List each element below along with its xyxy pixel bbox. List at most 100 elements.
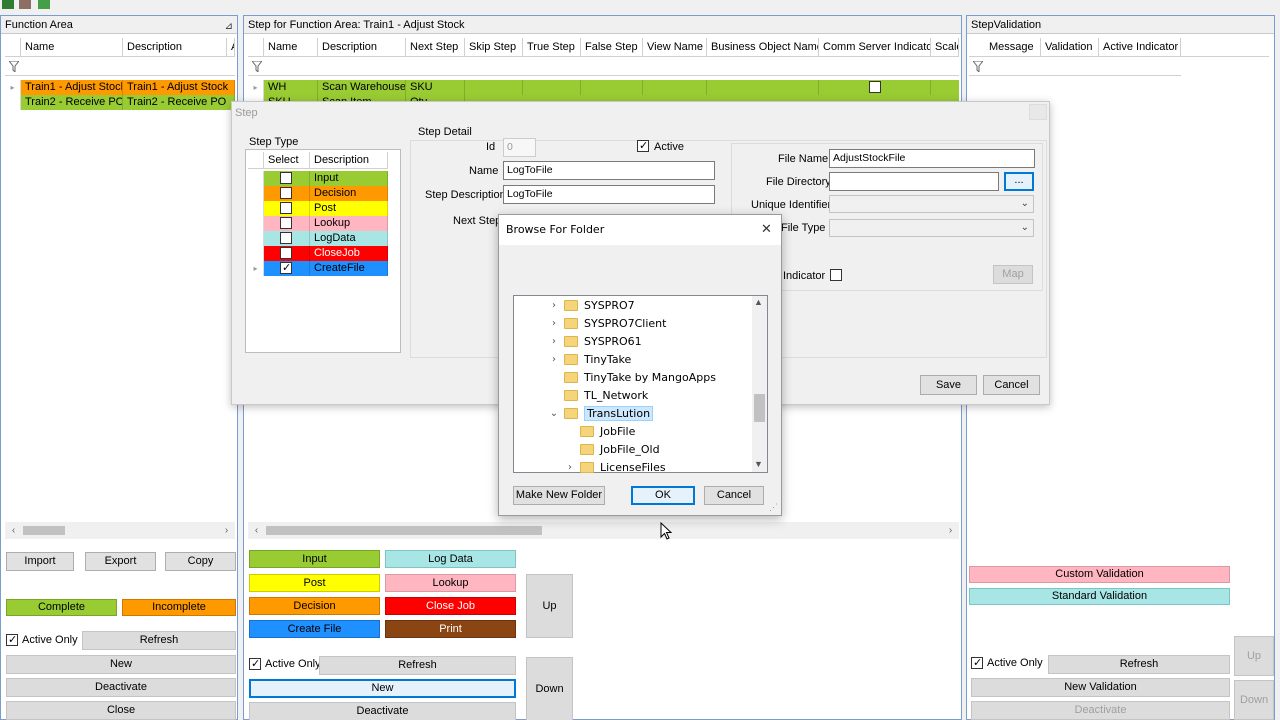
scroll-right-icon[interactable]: › [218, 522, 235, 539]
step-type-row[interactable]: LogData [248, 231, 388, 246]
table-row[interactable]: ▸ WH Scan Warehouse SKU [248, 80, 959, 95]
active-only-checkbox[interactable] [971, 656, 983, 669]
row-selector-icon[interactable]: ▸ [248, 80, 264, 95]
column-header-scale[interactable]: Scale [931, 38, 959, 56]
log-data-button[interactable]: Log Data [385, 550, 516, 568]
step-description-field[interactable]: LogToFile [503, 185, 715, 204]
filter-row[interactable] [5, 58, 235, 76]
step-type-row[interactable]: Post [248, 201, 388, 216]
refresh-button[interactable]: Refresh [82, 631, 236, 650]
step-type-checkbox[interactable] [280, 247, 292, 259]
close-job-button[interactable]: Close Job [385, 597, 516, 615]
print-button[interactable]: Print [385, 620, 516, 638]
folder-item[interactable]: TinyTake by MangoApps [548, 368, 716, 386]
browse-button[interactable]: ... [1004, 172, 1034, 191]
active-only-checkbox[interactable] [249, 657, 261, 670]
copy-button[interactable]: Copy [165, 552, 236, 571]
scroll-down-icon[interactable]: ▼ [754, 459, 763, 469]
step-type-checkbox[interactable] [280, 187, 292, 199]
create-file-button[interactable]: Create File [249, 620, 380, 638]
active-checkbox[interactable] [637, 139, 649, 152]
standard-validation-button[interactable]: Standard Validation [969, 588, 1230, 605]
custom-validation-button[interactable]: Custom Validation [969, 566, 1230, 583]
expand-chevron-icon[interactable]: › [564, 462, 576, 473]
scroll-right-icon[interactable]: › [942, 522, 959, 539]
cancel-button[interactable]: Cancel [704, 486, 764, 505]
folder-item[interactable]: JobFile_Old [564, 440, 660, 458]
make-new-folder-button[interactable]: Make New Folder [513, 486, 605, 505]
step-type-row[interactable]: Lookup [248, 216, 388, 231]
horizontal-scrollbar[interactable]: ‹ › [248, 522, 959, 539]
deactivate-button[interactable]: Deactivate [971, 701, 1230, 720]
new-validation-button[interactable]: New Validation [971, 678, 1230, 697]
complete-button[interactable]: Complete [6, 599, 117, 616]
decision-button[interactable]: Decision [249, 597, 380, 615]
pin-icon[interactable]: ⊿ [225, 18, 233, 36]
resize-grip-icon[interactable]: ⋰ [769, 502, 778, 513]
filter-icon[interactable] [252, 61, 262, 72]
step-type-row[interactable]: Decision [248, 186, 388, 201]
column-header-description[interactable]: Description [310, 152, 388, 168]
column-header-next-step[interactable]: Next Step [406, 38, 465, 56]
step-type-checkbox[interactable] [280, 261, 292, 276]
expand-chevron-icon[interactable]: › [548, 300, 560, 311]
refresh-button[interactable]: Refresh [319, 656, 516, 675]
folder-item[interactable]: › SYSPRO61 [548, 332, 642, 350]
name-field[interactable]: LogToFile [503, 161, 715, 180]
down-button[interactable]: Down [1234, 680, 1274, 720]
cancel-button[interactable]: Cancel [983, 375, 1040, 395]
export-button[interactable]: Export [85, 552, 156, 571]
map-button[interactable]: Map [993, 265, 1033, 284]
new-button[interactable]: New [6, 655, 236, 674]
column-header-validation[interactable]: Validation [1041, 38, 1099, 56]
column-header-view-name[interactable]: View Name [643, 38, 707, 56]
column-header-false-step[interactable]: False Step [581, 38, 643, 56]
step-type-row[interactable]: Input [248, 171, 388, 186]
comm-server-checkbox[interactable] [869, 81, 881, 93]
column-header-a[interactable]: A [227, 38, 235, 56]
lookup-button[interactable]: Lookup [385, 574, 516, 592]
expand-chevron-icon[interactable]: › [548, 336, 560, 347]
dialog-close-button[interactable] [1029, 104, 1047, 120]
expand-chevron-icon[interactable]: ⌄ [548, 408, 560, 419]
deactivate-button[interactable]: Deactivate [249, 702, 516, 720]
export-icon[interactable] [38, 0, 50, 9]
column-header-select[interactable]: Select [264, 152, 310, 168]
column-header-description[interactable]: Description [123, 38, 227, 56]
filter-row[interactable] [969, 58, 1181, 76]
row-selector-icon[interactable]: ▸ [5, 80, 21, 95]
column-header-message[interactable]: Message [985, 38, 1041, 56]
column-header-true-step[interactable]: True Step [523, 38, 581, 56]
down-button[interactable]: Down [526, 657, 573, 720]
step-type-checkbox[interactable] [280, 172, 292, 184]
up-button[interactable]: Up [526, 574, 573, 638]
expand-chevron-icon[interactable]: › [548, 318, 560, 329]
column-header-skip-step[interactable]: Skip Step [465, 38, 523, 56]
column-header-active-indicator[interactable]: Active Indicator [1099, 38, 1181, 56]
folder-item[interactable]: ⌄ TransLution [548, 404, 654, 422]
table-row[interactable]: Train2 - Receive PO Train2 - Receive PO [5, 95, 235, 110]
import-button[interactable]: Import [6, 552, 74, 571]
folder-item[interactable]: › SYSPRO7 [548, 296, 635, 314]
folder-item[interactable]: › TinyTake [548, 350, 631, 368]
column-header-name[interactable]: Name [264, 38, 318, 56]
post-button[interactable]: Post [249, 574, 380, 592]
close-icon[interactable]: ✕ [761, 221, 772, 237]
refresh-button[interactable]: Refresh [1048, 655, 1230, 674]
save-button[interactable]: Save [920, 375, 977, 395]
file-name-field[interactable]: AdjustStockFile [829, 149, 1035, 168]
file-type-select[interactable]: ⌄ [829, 219, 1034, 237]
expand-chevron-icon[interactable]: › [548, 354, 560, 365]
filter-row[interactable] [248, 58, 959, 76]
indicator-checkbox[interactable] [830, 269, 842, 281]
step-type-checkbox[interactable] [280, 232, 292, 244]
new-button[interactable]: New [249, 679, 516, 698]
settings-icon[interactable] [19, 0, 31, 9]
table-row[interactable]: ▸ Train1 - Adjust Stock Train1 - Adjust … [5, 80, 235, 95]
active-only-checkbox[interactable] [6, 633, 18, 646]
file-directory-field[interactable] [829, 172, 999, 191]
column-header-business-object-name[interactable]: Business Object Name [707, 38, 819, 56]
horizontal-scrollbar[interactable]: ‹ › [5, 522, 235, 539]
ok-button[interactable]: OK [631, 486, 695, 505]
deactivate-button[interactable]: Deactivate [6, 678, 236, 697]
